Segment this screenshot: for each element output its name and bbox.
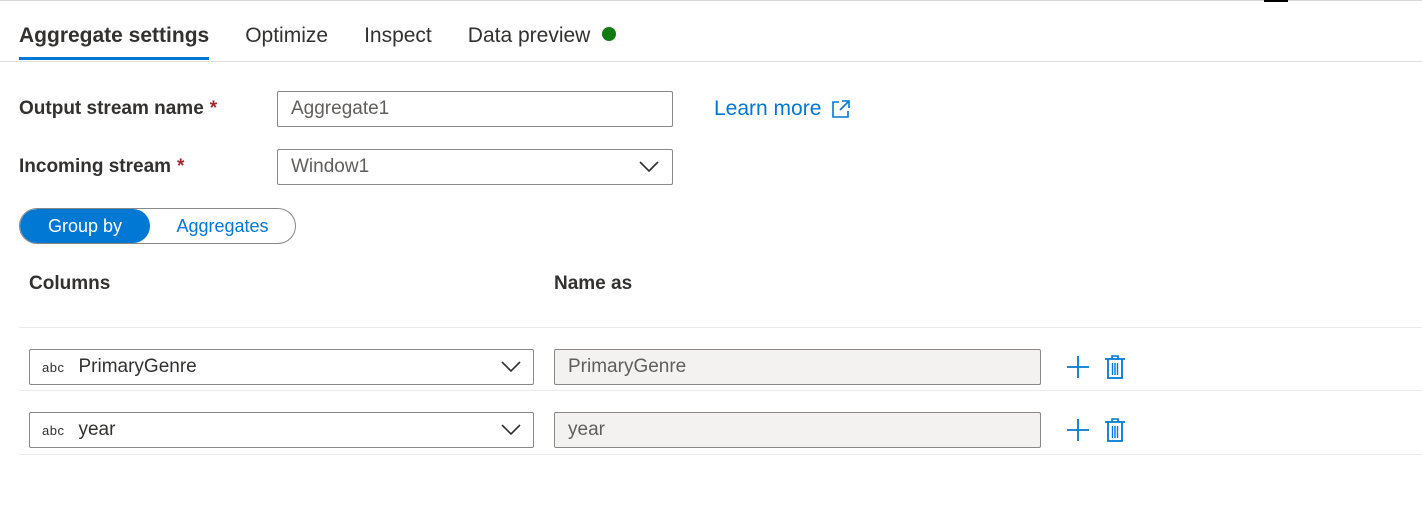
type-badge: abc — [42, 422, 65, 438]
status-dot-icon — [602, 27, 617, 41]
toggle-group-by[interactable]: Group by — [20, 209, 150, 243]
tab-label: Aggregate settings — [19, 24, 210, 47]
tabs-divider — [0, 61, 1422, 62]
delete-row-button[interactable] — [1102, 416, 1128, 444]
column-dropdown-row-2[interactable]: abc year — [29, 412, 534, 448]
chevron-down-icon — [639, 161, 659, 173]
tab-aggregate-settings[interactable]: Aggregate settings — [19, 22, 210, 60]
external-link-icon — [832, 100, 851, 118]
chevron-down-icon — [501, 424, 521, 436]
delete-row-button[interactable] — [1102, 353, 1128, 381]
output-stream-label: Output stream name * — [19, 98, 217, 120]
incoming-stream-label-text: Incoming stream — [19, 156, 172, 177]
column-value: PrimaryGenre — [78, 356, 197, 377]
toggle-aggregates-label: Aggregates — [176, 215, 269, 236]
learn-more-link[interactable]: Learn more — [714, 97, 851, 121]
tab-optimize[interactable]: Optimize — [245, 22, 328, 60]
incoming-stream-value: Window1 — [291, 156, 370, 177]
column-dropdown-row-1[interactable]: abc PrimaryGenre — [29, 349, 534, 385]
tab-inspect[interactable]: Inspect — [364, 22, 432, 60]
learn-more-label: Learn more — [714, 97, 822, 120]
plus-icon — [1067, 419, 1089, 441]
add-row-button[interactable] — [1065, 416, 1091, 444]
groupby-aggregates-toggle: Group by Aggregates — [19, 208, 296, 244]
add-row-button[interactable] — [1065, 353, 1091, 381]
columns-header: Columns — [29, 273, 111, 294]
trash-icon — [1105, 418, 1125, 442]
name-as-field-row-2[interactable]: year — [554, 412, 1041, 448]
name-as-field-row-1[interactable]: PrimaryGenre — [554, 349, 1041, 385]
top-border — [0, 0, 1422, 2]
trash-icon — [1105, 355, 1125, 379]
column-value: year — [78, 419, 116, 440]
required-marker: * — [209, 98, 218, 119]
row-divider — [19, 454, 1422, 455]
tab-data-preview[interactable]: Data preview — [468, 22, 617, 60]
row-divider — [19, 390, 1422, 391]
name-as-header: Name as — [554, 273, 633, 294]
output-stream-name-input[interactable] — [277, 91, 673, 127]
toggle-aggregates[interactable]: Aggregates — [150, 209, 295, 243]
tab-label: Optimize — [245, 24, 329, 47]
required-marker: * — [177, 156, 185, 177]
output-stream-label-text: Output stream name — [19, 98, 204, 119]
tab-bar: Aggregate settings Optimize Inspect Data… — [19, 22, 652, 62]
header-divider — [19, 327, 1422, 328]
tab-label: Data preview — [467, 24, 591, 47]
incoming-stream-dropdown[interactable]: Window1 — [277, 149, 673, 185]
top-marker — [1264, 0, 1288, 2]
plus-icon — [1067, 356, 1089, 378]
type-badge: abc — [42, 359, 65, 375]
chevron-down-icon — [501, 361, 521, 373]
incoming-stream-label: Incoming stream * — [19, 156, 184, 178]
tab-label: Inspect — [364, 24, 432, 47]
toggle-group-by-label: Group by — [47, 215, 123, 236]
